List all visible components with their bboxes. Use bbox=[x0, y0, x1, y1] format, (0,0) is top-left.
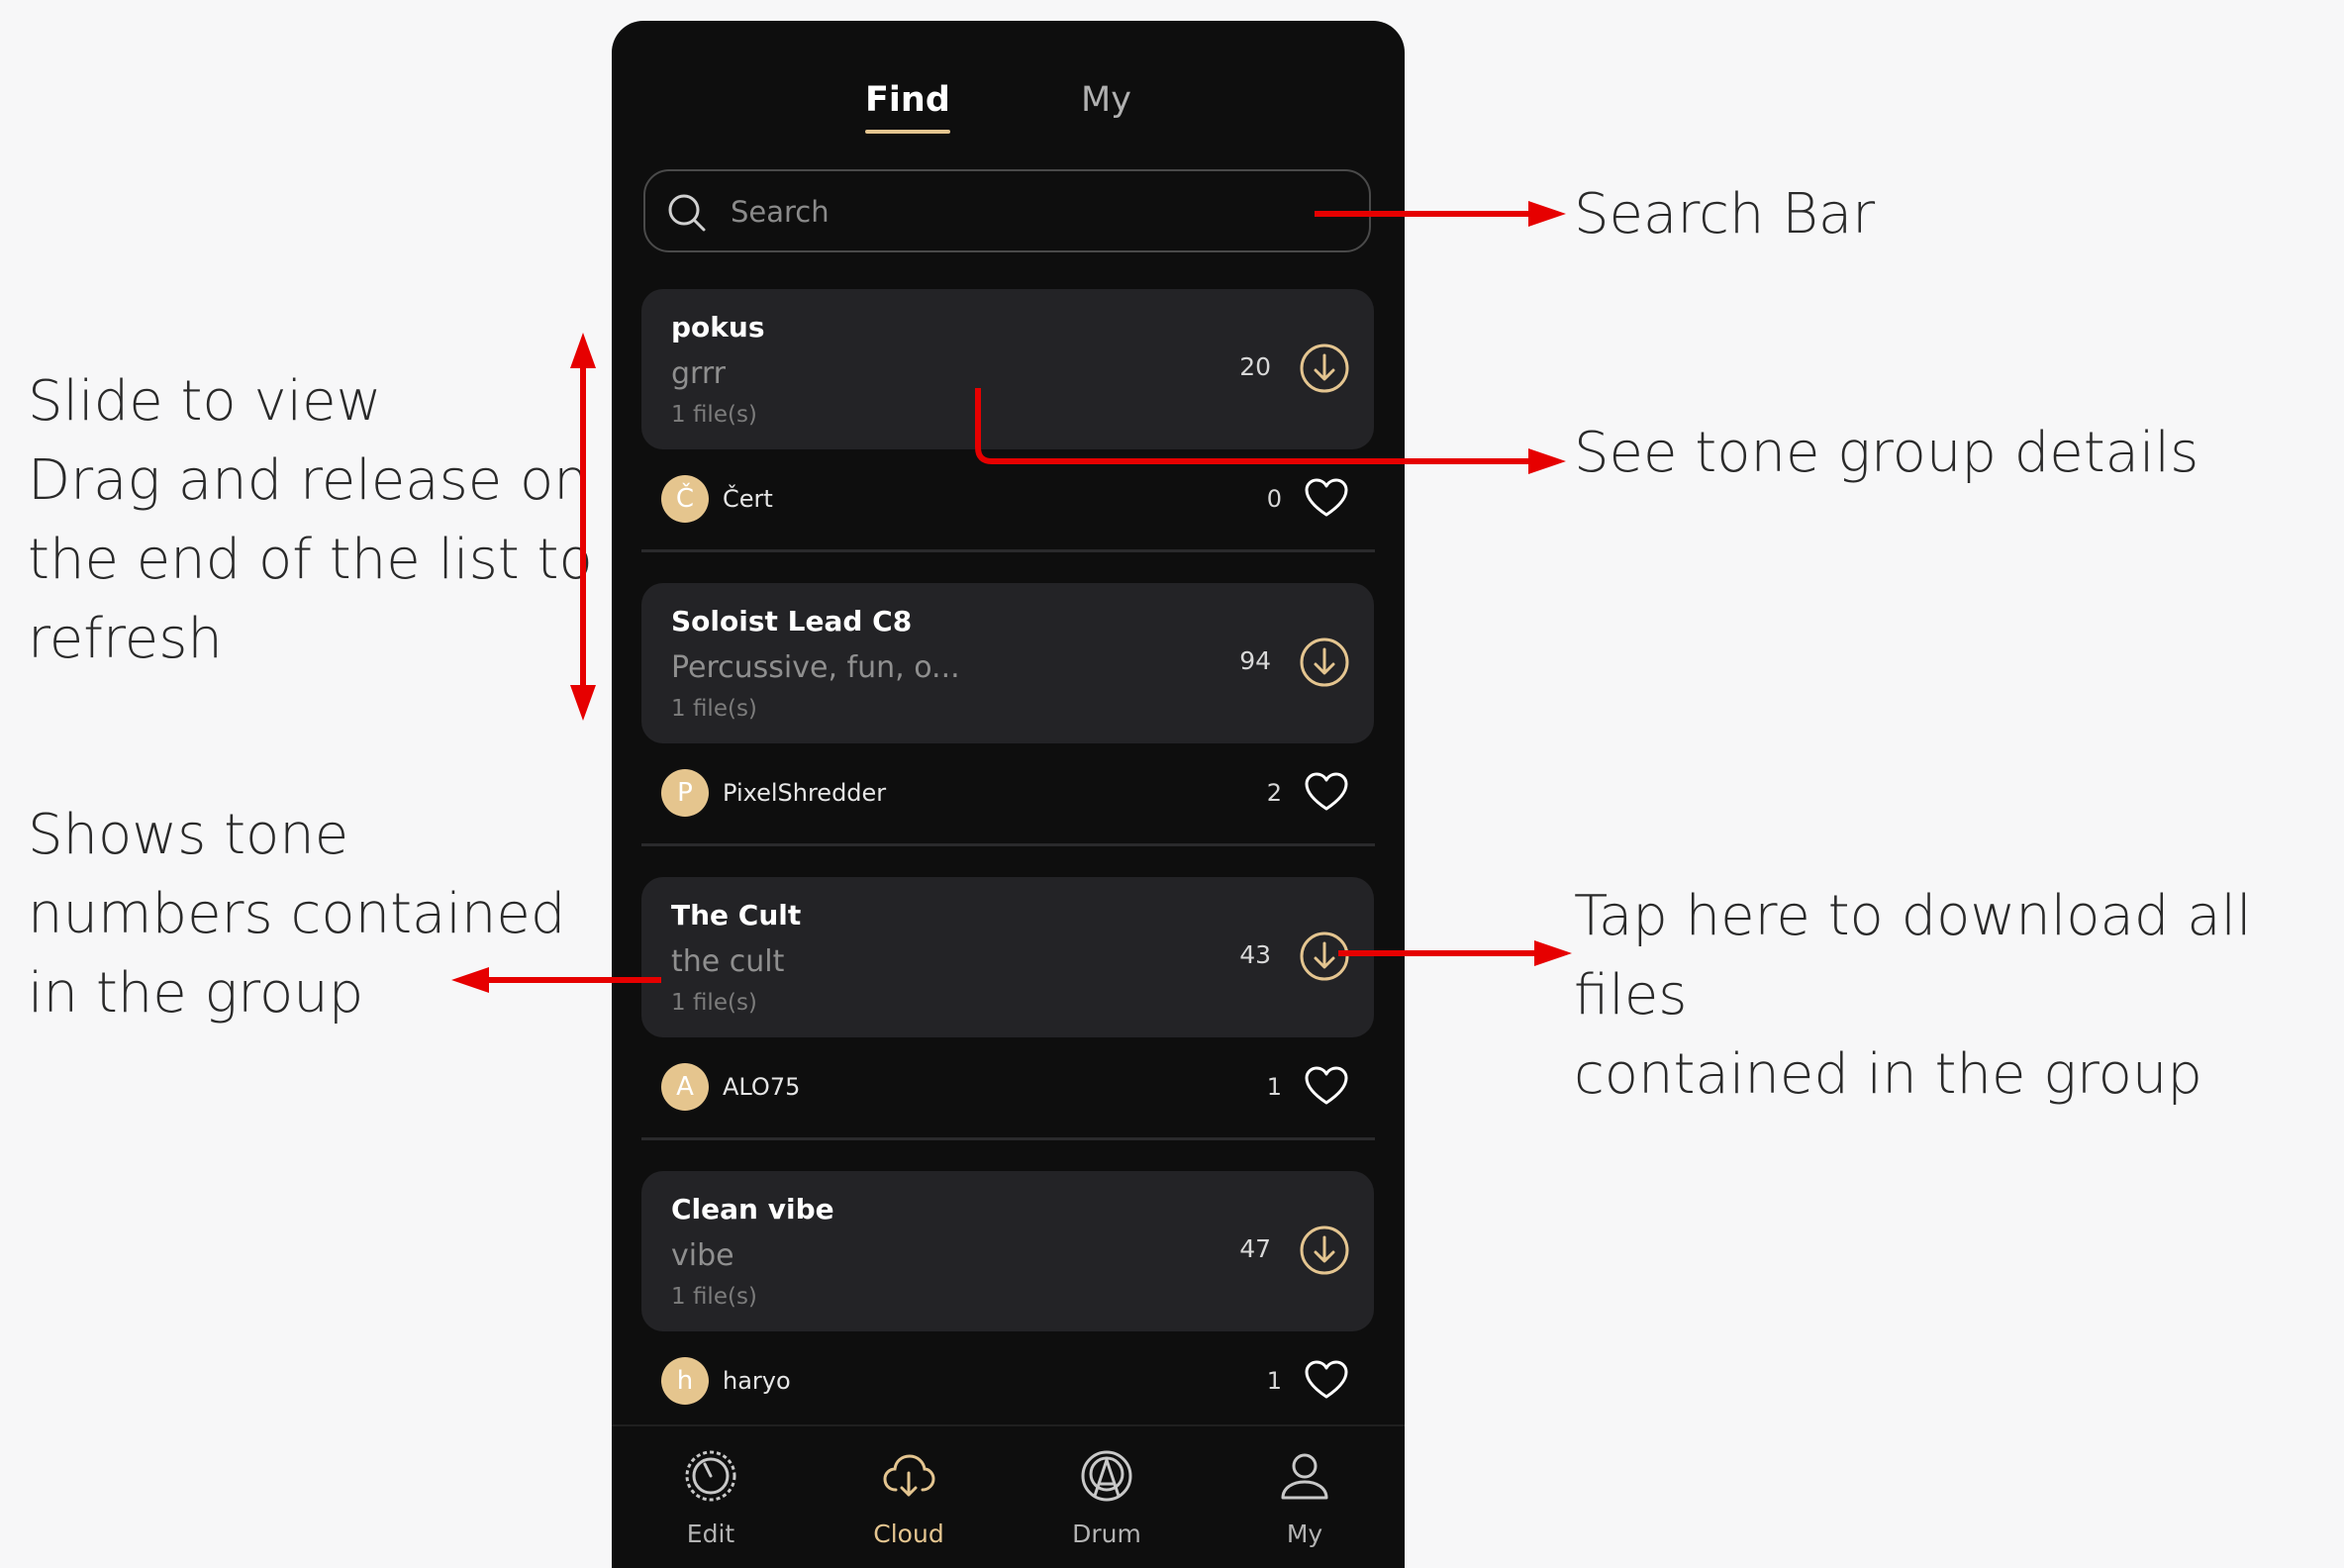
annotation-line: refresh bbox=[28, 607, 223, 671]
group-file-count: 1 file(s) bbox=[671, 402, 757, 428]
annotation-line: in the group bbox=[28, 961, 364, 1026]
tab-find-label: Find bbox=[865, 80, 950, 120]
tone-group-card[interactable]: The Cult the cult 1 file(s) 43 bbox=[641, 877, 1374, 1037]
author-name: haryo bbox=[723, 1367, 791, 1395]
annotation-line: contained in the group bbox=[1574, 1042, 2202, 1107]
author-name: PixelShredder bbox=[723, 779, 887, 807]
tone-count: 47 bbox=[1239, 1234, 1271, 1263]
tone-group-card[interactable]: pokus grrr 1 file(s) 20 bbox=[641, 289, 1374, 449]
avatar: A bbox=[661, 1063, 709, 1111]
nav-cloud[interactable]: Cloud bbox=[810, 1426, 1008, 1568]
annotation-details: See tone group details bbox=[1574, 421, 2199, 485]
annotation-line: numbers contained bbox=[28, 882, 566, 946]
nav-edit[interactable]: Edit bbox=[612, 1426, 810, 1568]
avatar: Č bbox=[661, 475, 709, 523]
heart-icon[interactable] bbox=[1304, 477, 1349, 519]
author-info[interactable]: P PixelShredder bbox=[661, 768, 886, 818]
group-file-count: 1 file(s) bbox=[671, 990, 757, 1016]
author-name: ALO75 bbox=[723, 1073, 801, 1101]
like-count: 0 bbox=[1266, 485, 1282, 513]
annotation-line: the end of the list to bbox=[28, 528, 593, 592]
nav-label: Cloud bbox=[873, 1519, 944, 1548]
tone-group-card[interactable]: Clean vibe vibe 1 file(s) 47 bbox=[641, 1171, 1374, 1331]
author-info[interactable]: A ALO75 bbox=[661, 1062, 800, 1112]
tone-group-item: Soloist Lead C8 Percussive, fun, o... 1 … bbox=[612, 583, 1405, 877]
arrowhead bbox=[1528, 448, 1566, 474]
nav-label: Drum bbox=[1072, 1519, 1141, 1548]
arrowhead bbox=[570, 685, 596, 721]
drum-icon bbox=[1081, 1450, 1132, 1502]
group-description: grrr bbox=[671, 356, 726, 391]
annotation-line: Tap here to download all files bbox=[1574, 884, 2252, 1028]
nav-label: Edit bbox=[686, 1519, 735, 1548]
avatar: h bbox=[661, 1357, 709, 1405]
download-icon[interactable] bbox=[1299, 637, 1350, 688]
tone-count: 20 bbox=[1239, 352, 1271, 381]
group-title: Clean vibe bbox=[671, 1193, 834, 1225]
tone-group-item: pokus grrr 1 file(s) 20 Č Čert 0 bbox=[612, 289, 1405, 583]
divider bbox=[641, 1137, 1375, 1140]
like-count: 1 bbox=[1266, 1073, 1282, 1101]
nav-label: My bbox=[1286, 1519, 1323, 1548]
group-description: vibe bbox=[671, 1238, 734, 1273]
download-icon[interactable] bbox=[1299, 343, 1350, 394]
person-icon bbox=[1281, 1453, 1328, 1500]
divider bbox=[641, 843, 1375, 846]
tone-group-list[interactable]: pokus grrr 1 file(s) 20 Č Čert 0 Soloist… bbox=[612, 289, 1405, 1465]
heart-icon[interactable] bbox=[1304, 771, 1349, 813]
annotation-line: Slide to view bbox=[28, 369, 382, 434]
group-description: Percussive, fun, o... bbox=[671, 650, 960, 685]
search-input[interactable] bbox=[729, 185, 1326, 239]
tone-group-item: The Cult the cult 1 file(s) 43 A ALO75 1 bbox=[612, 877, 1405, 1171]
tone-group-item: Clean vibe vibe 1 file(s) 47 h haryo 1 bbox=[612, 1171, 1405, 1465]
heart-icon[interactable] bbox=[1304, 1065, 1349, 1107]
annotation-slide: Slide to view Drag and release on the en… bbox=[28, 362, 593, 679]
tone-group-card[interactable]: Soloist Lead C8 Percussive, fun, o... 1 … bbox=[641, 583, 1374, 743]
bottom-nav: Edit Cloud Drum My bbox=[612, 1424, 1405, 1568]
arrowhead bbox=[1528, 201, 1566, 227]
top-tabs: Find My bbox=[612, 50, 1405, 140]
divider bbox=[641, 549, 1375, 552]
annotation-line: Shows tone bbox=[28, 803, 349, 867]
active-tab-indicator bbox=[865, 130, 950, 134]
tab-my-label: My bbox=[1081, 80, 1131, 120]
tab-find[interactable]: Find bbox=[865, 80, 950, 134]
tone-count: 94 bbox=[1239, 646, 1271, 675]
group-file-count: 1 file(s) bbox=[671, 696, 757, 722]
annotation-download: Tap here to download all files contained… bbox=[1574, 877, 2344, 1115]
phone-screen: Find My pokus grrr 1 file(s) 20 bbox=[612, 21, 1405, 1568]
download-icon[interactable] bbox=[1299, 1225, 1350, 1276]
group-file-count: 1 file(s) bbox=[671, 1284, 757, 1310]
annotation-search-bar: Search Bar bbox=[1574, 182, 1876, 246]
like-count: 2 bbox=[1266, 779, 1282, 807]
arrowhead bbox=[1534, 940, 1572, 966]
heart-icon[interactable] bbox=[1304, 1359, 1349, 1401]
author-name: Čert bbox=[723, 485, 773, 513]
avatar: P bbox=[661, 769, 709, 817]
download-icon[interactable] bbox=[1299, 931, 1350, 982]
tone-count: 43 bbox=[1239, 940, 1271, 969]
author-info[interactable]: h haryo bbox=[661, 1356, 791, 1406]
search-icon bbox=[668, 194, 706, 232]
edit-icon bbox=[685, 1450, 736, 1502]
group-title: The Cult bbox=[671, 899, 802, 931]
like-count: 1 bbox=[1266, 1367, 1282, 1395]
group-description: the cult bbox=[671, 944, 785, 979]
group-title: pokus bbox=[671, 311, 765, 343]
group-title: Soloist Lead C8 bbox=[671, 605, 913, 637]
annotation-line: Drag and release on bbox=[28, 448, 589, 513]
nav-my[interactable]: My bbox=[1206, 1426, 1404, 1568]
annotation-tone-numbers: Shows tone numbers contained in the grou… bbox=[28, 796, 565, 1033]
search-bar[interactable] bbox=[643, 169, 1371, 252]
tab-my[interactable]: My bbox=[1081, 80, 1131, 120]
nav-drum[interactable]: Drum bbox=[1008, 1426, 1206, 1568]
author-info[interactable]: Č Čert bbox=[661, 474, 773, 524]
cloud-icon bbox=[883, 1454, 935, 1497]
